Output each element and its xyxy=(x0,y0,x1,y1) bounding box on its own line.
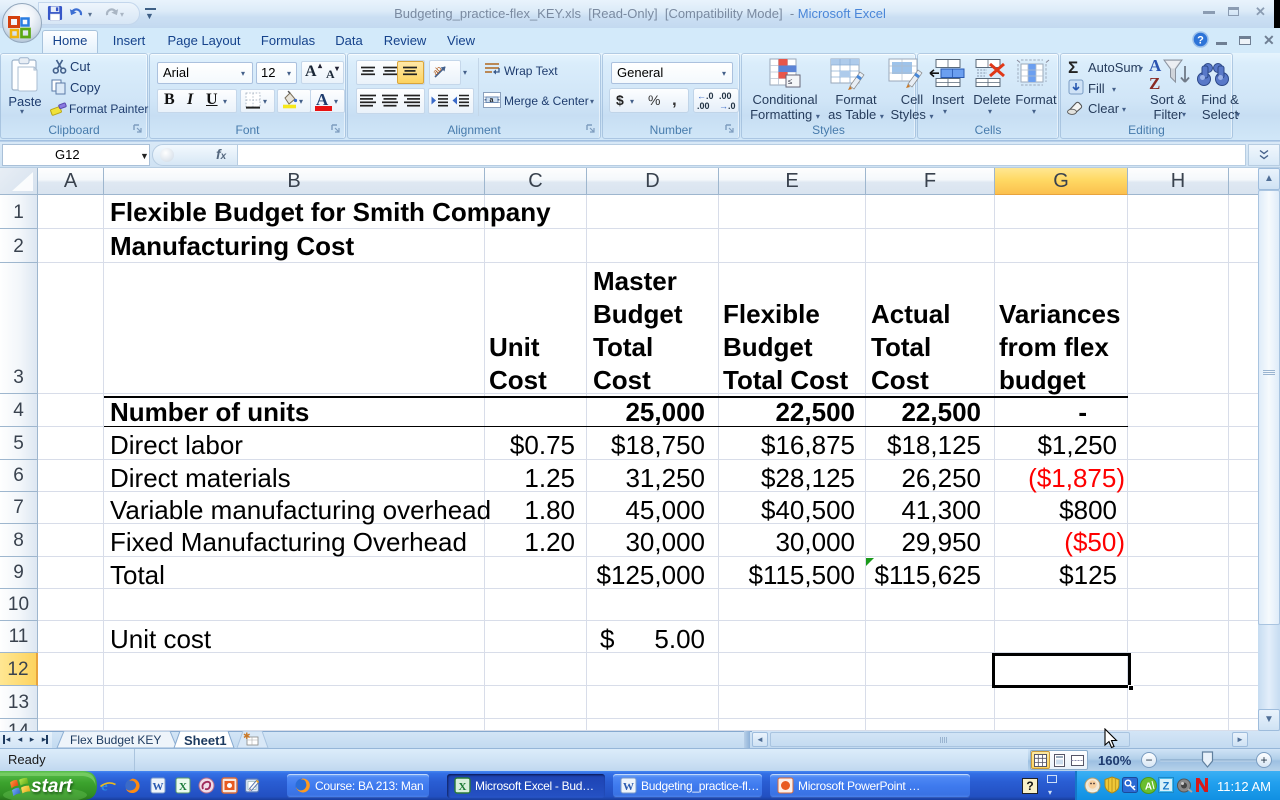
svg-text:W: W xyxy=(153,781,164,793)
svg-text:≤: ≤ xyxy=(788,77,793,86)
svg-text:A: A xyxy=(1145,782,1152,793)
svg-text:X: X xyxy=(179,781,187,793)
svg-text:✱: ✱ xyxy=(243,731,251,741)
svg-text:W: W xyxy=(623,781,634,793)
svg-text:a: a xyxy=(490,97,494,104)
svg-text:Z: Z xyxy=(1149,74,1160,92)
svg-text:A: A xyxy=(1149,56,1162,75)
svg-text:?: ? xyxy=(1197,35,1204,47)
svg-text:X: X xyxy=(459,781,467,793)
svg-text:Z: Z xyxy=(1163,781,1170,793)
svg-text:ab: ab xyxy=(433,64,444,77)
